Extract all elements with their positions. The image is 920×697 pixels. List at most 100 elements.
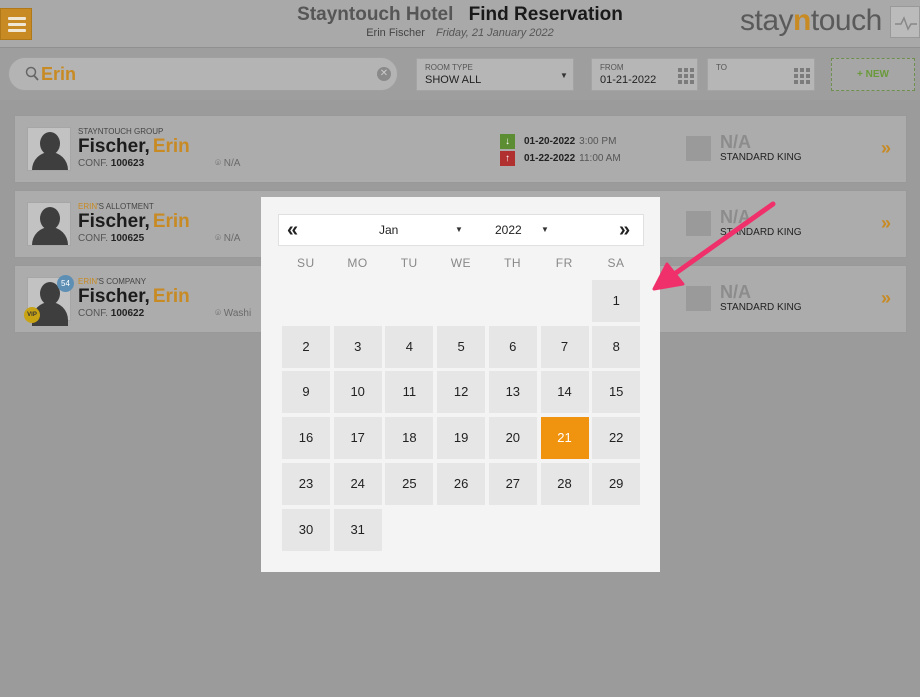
calendar-day[interactable]: 20 (488, 417, 537, 460)
date-picker-popup: « Jan ▼ 2022 ▼ » SU MO TU WE TH FR SA 12… (261, 197, 660, 572)
room-type-label: ROOM TYPE (425, 63, 473, 72)
calendar-day[interactable]: 27 (488, 462, 537, 505)
arrival-date: 01-20-2022 (524, 136, 576, 147)
departure-time: 11:00 AM (579, 153, 621, 164)
calendar-day[interactable]: 16 (282, 417, 330, 460)
guest-name: Fischer, Erin (78, 136, 190, 157)
calendar-header: « Jan ▼ 2022 ▼ » (278, 214, 644, 246)
departure-arrow-icon: ↑ (500, 151, 515, 166)
room-type: STANDARD KING (720, 302, 802, 313)
calendar-day[interactable]: 31 (333, 508, 382, 551)
reservation-card[interactable]: STAYNTOUCH GROUP Fischer, Erin CONF. 1006… (14, 115, 907, 183)
user-name: Erin Fischer (366, 27, 425, 39)
page-title: Find Reservation (468, 4, 623, 25)
weekday-label: WE (450, 256, 472, 270)
location: ⌾ N/A (215, 233, 241, 244)
calendar-day[interactable]: 5 (437, 325, 486, 368)
weekday-label: TH (504, 256, 522, 270)
previous-month-icon[interactable]: « (287, 219, 298, 242)
location: ⌾ Washi (215, 308, 252, 319)
calendar-day[interactable]: 24 (333, 462, 382, 505)
app-header: Stayntouch Hotel Find Reservation Erin F… (0, 0, 920, 48)
chevron-down-icon: ▼ (560, 71, 568, 80)
guest-name: Fischer, Erin (78, 286, 190, 307)
calendar-day[interactable]: 10 (333, 371, 382, 414)
calendar-day[interactable]: 13 (488, 371, 537, 414)
stay-dates: ↓ 01-20-2022 3:00 PM ↑ 01-22-2022 11:00 AM (500, 133, 621, 167)
calendar-day[interactable]: 18 (385, 417, 434, 460)
year-select[interactable]: 2022 (495, 223, 522, 237)
calendar-day[interactable]: 15 (592, 371, 641, 414)
search-input[interactable] (41, 63, 361, 85)
group-label: ERIN'S COMPANY (78, 277, 147, 286)
calendar-day[interactable]: 2 (282, 325, 330, 368)
month-select[interactable]: Jan (379, 223, 398, 237)
departure-date: 01-22-2022 (524, 153, 576, 164)
chevron-right-icon[interactable]: » (881, 213, 891, 234)
calendar-day[interactable]: 23 (282, 462, 330, 505)
calendar-day[interactable]: 22 (592, 417, 641, 460)
arrival-time: 3:00 PM (579, 136, 617, 147)
from-value: 01-21-2022 (600, 74, 657, 86)
map-pin-icon: ⌾ (215, 158, 221, 169)
calendar-day[interactable]: 14 (540, 371, 589, 414)
business-date: Friday, 21 January 2022 (435, 27, 554, 39)
map-pin-icon: ⌾ (215, 233, 221, 244)
group-label: STAYNTOUCH GROUP (78, 127, 164, 136)
calendar-day[interactable]: 29 (592, 462, 641, 505)
stayntouch-logo: stayntouch (740, 4, 882, 37)
calendar-day[interactable]: 12 (437, 371, 486, 414)
calendar-day[interactable]: 8 (592, 325, 641, 368)
weekday-label: TU (400, 256, 418, 270)
annotation-arrow-icon (652, 201, 776, 291)
calendar-day[interactable]: 26 (437, 462, 486, 505)
from-date-field[interactable]: FROM 01-21-2022 (591, 58, 698, 91)
calendar-day[interactable]: 6 (488, 325, 537, 368)
map-pin-icon: ⌾ (215, 308, 221, 319)
confirmation-number: CONF. 100625 (78, 233, 145, 244)
calendar-grid-icon (678, 68, 694, 84)
calendar-grid-icon (794, 68, 810, 84)
search-filter-row: ✕ ROOM TYPE SHOW ALL ▼ FROM 01-21-2022 T… (0, 48, 920, 100)
hotel-name: Stayntouch Hotel (297, 4, 454, 25)
room-type-filter[interactable]: ROOM TYPE SHOW ALL ▼ (416, 58, 574, 91)
guest-name: Fischer, Erin (78, 211, 190, 232)
calendar-day[interactable]: 19 (437, 417, 486, 460)
message-count-badge: 54 (57, 275, 74, 292)
group-label: ERIN'S ALLOTMENT (78, 202, 154, 211)
calendar-day[interactable]: 28 (540, 462, 589, 505)
search-icon (25, 66, 39, 81)
to-label: TO (716, 63, 727, 72)
calendar-day-selected[interactable]: 21 (540, 417, 589, 460)
location: ⌾ N/A (215, 158, 241, 169)
confirmation-number: CONF. 100622 (78, 308, 145, 319)
calendar-day[interactable]: 17 (333, 417, 382, 460)
calendar-day[interactable]: 11 (385, 371, 434, 414)
to-date-field[interactable]: TO (707, 58, 815, 91)
vip-badge: VIP (24, 307, 40, 323)
calendar-day[interactable]: 4 (385, 325, 434, 368)
room-status-square (686, 136, 711, 161)
calendar-day[interactable]: 3 (333, 325, 382, 368)
guest-avatar (27, 202, 71, 246)
calendar-day[interactable]: 9 (282, 371, 330, 414)
clear-search-icon[interactable]: ✕ (377, 67, 391, 81)
room-type: STANDARD KING (720, 152, 802, 163)
chevron-down-icon: ▼ (455, 225, 463, 234)
calendar-day[interactable]: 25 (385, 462, 434, 505)
weekday-header: SU MO TU WE TH FR SA (280, 256, 642, 270)
guest-avatar (27, 127, 71, 171)
search-box[interactable]: ✕ (8, 57, 398, 91)
chevron-down-icon: ▼ (541, 225, 549, 234)
confirmation-number: CONF. 100623 (78, 158, 145, 169)
arrival-arrow-icon: ↓ (500, 134, 515, 149)
activity-icon[interactable] (890, 6, 920, 38)
chevron-right-icon[interactable]: » (881, 138, 891, 159)
next-month-icon[interactable]: » (619, 219, 630, 242)
chevron-right-icon[interactable]: » (881, 288, 891, 309)
room-type-value: SHOW ALL (425, 74, 482, 86)
new-reservation-button[interactable]: + NEW (831, 58, 915, 91)
calendar-day[interactable]: 7 (540, 325, 589, 368)
weekday-label: MO (347, 256, 368, 270)
calendar-day[interactable]: 30 (282, 508, 330, 551)
